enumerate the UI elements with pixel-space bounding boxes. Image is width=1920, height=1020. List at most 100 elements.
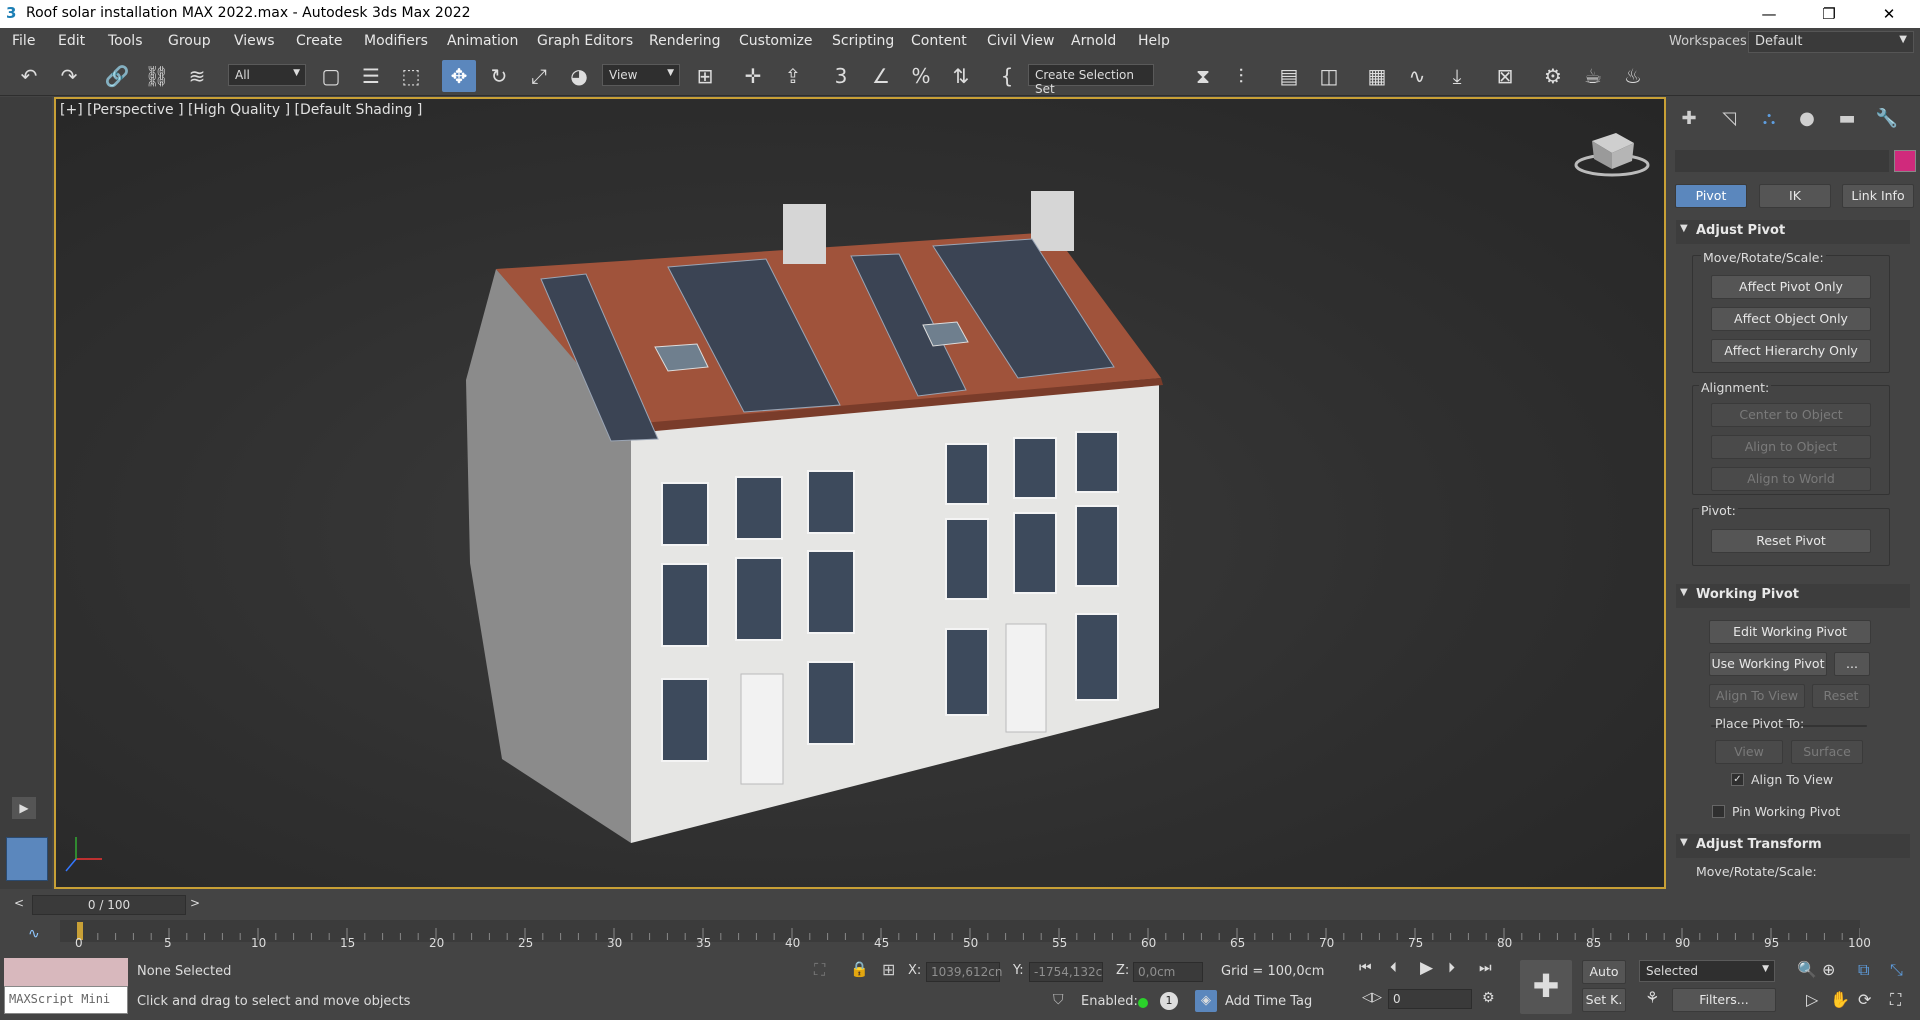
- display-tab-icon[interactable]: ▬: [1832, 105, 1862, 133]
- working-pivot-reset-button[interactable]: Reset: [1812, 684, 1870, 708]
- reset-pivot-button[interactable]: Reset Pivot: [1711, 529, 1871, 553]
- place-pivot-view-button[interactable]: View: [1715, 740, 1783, 764]
- previous-frame-icon[interactable]: ⏴: [1390, 960, 1397, 976]
- select-object-icon[interactable]: ▢: [314, 60, 348, 92]
- curve-toggle-icon[interactable]: ∿: [28, 926, 40, 942]
- reference-coordinate-dropdown[interactable]: View ▼: [602, 64, 680, 86]
- selection-filter-dropdown[interactable]: All ▼: [228, 64, 306, 86]
- menu-modifiers[interactable]: Modifiers: [364, 33, 428, 49]
- tab-ik[interactable]: IK: [1759, 184, 1831, 208]
- select-and-move-icon[interactable]: ✥: [442, 60, 476, 92]
- keyboard-shortcut-override-icon[interactable]: ✛: [736, 60, 770, 92]
- go-to-start-icon[interactable]: ⏮: [1359, 960, 1372, 976]
- enabled-count-badge[interactable]: 1: [1160, 992, 1178, 1010]
- link-icon[interactable]: 🔗: [100, 60, 134, 92]
- toggle-ribbon-icon[interactable]: ▦: [1360, 60, 1394, 92]
- maxscript-listener-top[interactable]: [4, 958, 128, 986]
- maximize-viewport-icon[interactable]: ⛶: [1890, 990, 1901, 1010]
- percent-snap-icon[interactable]: %: [904, 60, 938, 92]
- snap-toggle-icon[interactable]: ⇪: [776, 60, 810, 92]
- zoom-extents-icon[interactable]: ⤡: [1890, 960, 1903, 980]
- spinner-snap-icon[interactable]: ⇅: [944, 60, 978, 92]
- menu-views[interactable]: Views: [234, 33, 275, 49]
- tab-pivot[interactable]: Pivot: [1675, 184, 1747, 208]
- modify-tab-icon[interactable]: ◹: [1714, 105, 1744, 133]
- undo-icon[interactable]: ↶: [12, 60, 46, 92]
- time-slider[interactable]: 0 / 100: [32, 895, 186, 915]
- menu-rendering[interactable]: Rendering: [649, 33, 721, 49]
- menu-scripting[interactable]: Scripting: [832, 33, 894, 49]
- maximize-button[interactable]: ❐: [1806, 0, 1852, 28]
- hierarchy-tab-icon[interactable]: ⛬: [1754, 105, 1784, 133]
- menu-customize[interactable]: Customize: [739, 33, 813, 49]
- maxscript-mini-listener[interactable]: MAXScript Mini: [4, 986, 128, 1014]
- y-coord-field[interactable]: -1754,132c: [1029, 962, 1103, 982]
- select-and-scale-icon[interactable]: ⤢: [522, 60, 556, 92]
- pin-working-pivot-checkbox[interactable]: [1712, 805, 1725, 818]
- affect-pivot-only-button[interactable]: Affect Pivot Only: [1711, 275, 1871, 299]
- adjust-transform-rollout-header[interactable]: ▼ Adjust Transform: [1676, 834, 1910, 858]
- pan-view-icon[interactable]: ✋: [1830, 990, 1850, 1009]
- render-production-icon[interactable]: ♨: [1616, 60, 1650, 92]
- menu-help[interactable]: Help: [1138, 33, 1170, 49]
- angle-snap-icon[interactable]: ∠: [864, 60, 898, 92]
- field-of-view-icon[interactable]: ▷: [1806, 990, 1818, 1009]
- current-frame-field[interactable]: 0: [1388, 989, 1472, 1009]
- align-icon[interactable]: ⫶: [1224, 60, 1258, 92]
- menu-arnold[interactable]: Arnold: [1071, 33, 1116, 49]
- redo-icon[interactable]: ↷: [52, 60, 86, 92]
- rendered-frame-window-icon[interactable]: ☕: [1576, 60, 1610, 92]
- zoom-extents-all-icon[interactable]: ⧉: [1858, 960, 1869, 980]
- menu-content[interactable]: Content: [911, 33, 967, 49]
- menu-group[interactable]: Group: [168, 33, 211, 49]
- close-button[interactable]: ✕: [1866, 0, 1912, 28]
- viewport-label[interactable]: [+] [Perspective ] [High Quality ] [Defa…: [60, 102, 422, 118]
- align-to-world-button[interactable]: Align to World: [1711, 467, 1871, 491]
- next-frame-icon[interactable]: ⏵: [1448, 960, 1455, 976]
- selection-lock-icon[interactable]: 🔒: [850, 960, 869, 978]
- x-coord-field[interactable]: 1039,612cn: [926, 962, 1002, 982]
- create-tab-icon[interactable]: ✚: [1674, 105, 1704, 133]
- edit-working-pivot-button[interactable]: Edit Working Pivot: [1709, 620, 1871, 644]
- layer-explorer-icon[interactable]: ◫: [1312, 60, 1346, 92]
- align-to-view-checkbox[interactable]: ✓: [1731, 773, 1744, 786]
- adjust-pivot-rollout-header[interactable]: ▼ Adjust Pivot: [1676, 220, 1910, 244]
- time-slider-next[interactable]: >: [190, 896, 200, 910]
- select-and-place-icon[interactable]: ◕: [562, 60, 596, 92]
- adaptive-degradation-icon[interactable]: ⛉: [1053, 992, 1064, 1008]
- use-working-pivot-button[interactable]: Use Working Pivot: [1709, 652, 1827, 676]
- time-slider-prev[interactable]: <: [14, 896, 24, 910]
- play-icon[interactable]: ▶: [1420, 958, 1433, 978]
- menu-animation[interactable]: Animation: [447, 33, 518, 49]
- bind-space-warp-icon[interactable]: ≋: [180, 60, 214, 92]
- pivot-center-icon[interactable]: ⊞: [688, 60, 722, 92]
- viewport-layout-icon[interactable]: [6, 837, 48, 881]
- minimize-button[interactable]: —: [1746, 0, 1792, 28]
- working-pivot-rollout-header[interactable]: ▼ Working Pivot: [1676, 584, 1910, 608]
- add-time-tag[interactable]: Add Time Tag: [1225, 994, 1312, 1009]
- zoom-icon[interactable]: 🔍: [1797, 960, 1817, 979]
- workspaces-dropdown[interactable]: Default ▼: [1748, 31, 1914, 53]
- select-and-rotate-icon[interactable]: ↻: [482, 60, 516, 92]
- affect-hierarchy-only-button[interactable]: Affect Hierarchy Only: [1711, 339, 1871, 363]
- place-pivot-surface-button[interactable]: Surface: [1791, 740, 1863, 764]
- absolute-offset-mode-icon[interactable]: ⊞: [882, 960, 895, 979]
- key-mode-toggle-icon[interactable]: ◁▷: [1362, 990, 1382, 1005]
- menu-create[interactable]: Create: [296, 33, 343, 49]
- curve-editor-icon[interactable]: ∿: [1400, 60, 1434, 92]
- select-by-name-icon[interactable]: ☰: [354, 60, 388, 92]
- zoom-all-icon[interactable]: ⊕: [1822, 960, 1835, 979]
- menu-graph-editors[interactable]: Graph Editors: [537, 33, 633, 49]
- rectangular-selection-icon[interactable]: ⬚: [394, 60, 428, 92]
- snaps-3d-icon[interactable]: 3: [824, 60, 858, 92]
- utilities-tab-icon[interactable]: 🔧: [1872, 105, 1902, 133]
- key-filters-button[interactable]: Filters...: [1672, 988, 1776, 1012]
- auto-key-button[interactable]: Auto: [1582, 960, 1626, 984]
- z-coord-field[interactable]: 0,0cm: [1133, 962, 1203, 982]
- edit-named-selection-sets-icon[interactable]: {: [990, 60, 1024, 92]
- scene-explorer-icon[interactable]: ▤: [1272, 60, 1306, 92]
- menu-edit[interactable]: Edit: [58, 33, 85, 49]
- center-to-object-button[interactable]: Center to Object: [1711, 403, 1871, 427]
- schematic-view-icon[interactable]: ⤓: [1440, 60, 1474, 92]
- set-key-button[interactable]: Set K.: [1582, 988, 1626, 1012]
